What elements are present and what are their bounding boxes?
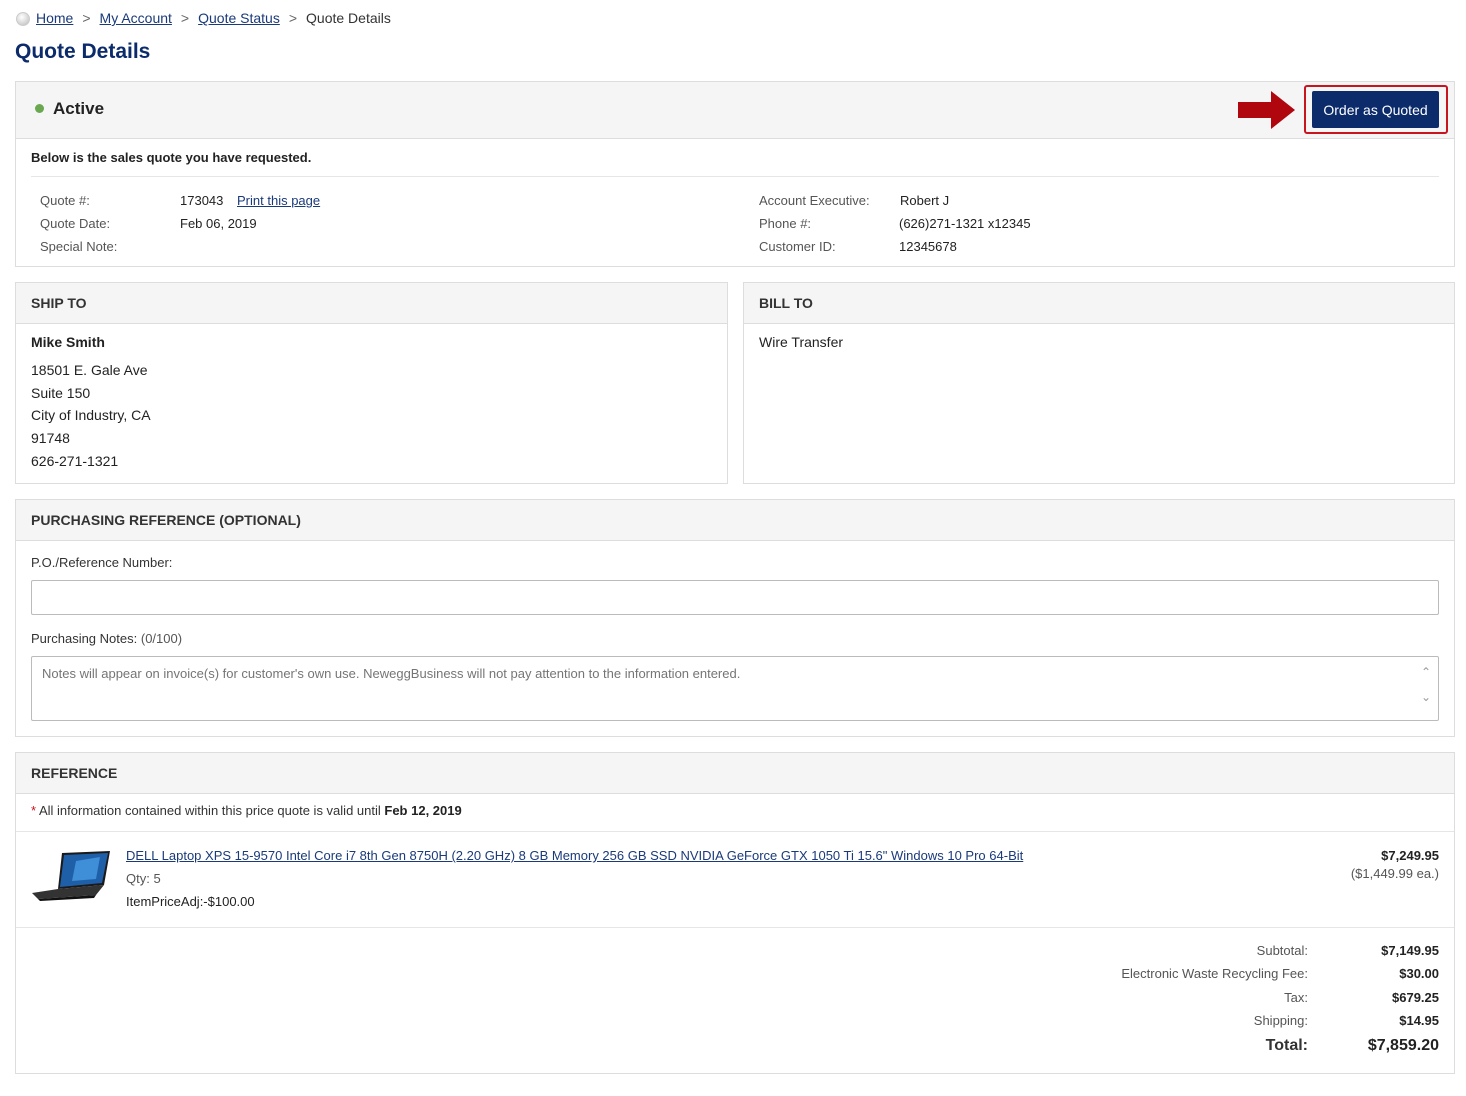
quote-date-label: Quote Date: xyxy=(40,216,111,231)
scroll-down-icon[interactable]: ⌄ xyxy=(1421,690,1431,704)
po-number-label: P.O./Reference Number: xyxy=(31,555,173,570)
validity-note: * All information contained within this … xyxy=(31,803,462,818)
product-price-adj: ItemPriceAdj:-$100.00 xyxy=(126,894,255,909)
print-page-link[interactable]: Print this page xyxy=(237,193,320,208)
purchasing-notes-textarea[interactable] xyxy=(31,656,1439,721)
quote-number-row: Quote #: xyxy=(40,193,90,208)
ship-to-zip: 91748 xyxy=(31,430,70,446)
shipping-value: $14.95 xyxy=(1399,1013,1439,1028)
ship-to-title: SHIP TO xyxy=(16,283,727,324)
validity-date: Feb 12, 2019 xyxy=(384,803,462,818)
customer-id-label-row: Customer ID: xyxy=(759,239,836,254)
breadcrumb: Home > My Account > Quote Status > Quote… xyxy=(16,10,391,26)
laptop-product-image[interactable] xyxy=(32,851,112,901)
required-star: * xyxy=(31,803,37,818)
item-unit-price: ($1,449.99 ea.) xyxy=(1350,866,1439,881)
breadcrumb-separator: > xyxy=(82,10,91,26)
phone-label: Phone #: xyxy=(759,216,812,231)
account-exec-row: Robert J xyxy=(900,193,949,208)
quote-number-value-row: 173043 Print this page xyxy=(180,193,320,208)
total-label: Total: xyxy=(1265,1037,1308,1054)
item-total-price: $7,249.95 xyxy=(1381,848,1439,863)
ship-to-city: City of Industry, CA xyxy=(31,407,151,423)
ewaste-fee-label: Electronic Waste Recycling Fee: xyxy=(1121,966,1308,981)
breadcrumb-current: Quote Details xyxy=(306,10,391,26)
quote-summary-panel: Active Order as Quoted Below is the sale… xyxy=(15,81,1455,267)
page-title: Quote Details xyxy=(15,40,151,63)
order-as-quoted-button[interactable]: Order as Quoted xyxy=(1312,91,1439,128)
purchasing-notes-label-row: Purchasing Notes: (0/100) xyxy=(31,631,182,646)
quote-number: 173043 xyxy=(180,193,224,208)
notes-char-count: (0/100) xyxy=(140,631,183,646)
reference-title: REFERENCE xyxy=(16,753,1454,794)
phone-row: (626)271-1321 x12345 xyxy=(899,216,1031,231)
account-exec-label-row: Account Executive: xyxy=(759,193,870,208)
shipping-label: Shipping: xyxy=(1253,1013,1308,1028)
ship-to-panel: SHIP TO Mike Smith 18501 E. Gale Ave Sui… xyxy=(15,282,728,484)
status-header: Active Order as Quoted xyxy=(16,82,1454,139)
ship-to-street: 18501 E. Gale Ave xyxy=(31,362,148,378)
bill-to-panel: BILL TO Wire Transfer xyxy=(743,282,1455,484)
breadcrumb-separator: > xyxy=(288,10,298,26)
special-note-label-row: Special Note: xyxy=(40,239,117,254)
ship-to-phone: 626-271-1321 xyxy=(31,453,119,469)
quote-date-label-row: Quote Date: xyxy=(40,216,110,231)
divider xyxy=(16,927,1454,928)
divider xyxy=(31,176,1439,177)
bill-to-method: Wire Transfer xyxy=(759,334,844,350)
bill-to-title: BILL TO xyxy=(744,283,1454,324)
account-exec-label: Account Executive: xyxy=(759,193,870,208)
intro-text: Below is the sales quote you have reques… xyxy=(31,150,312,165)
subtotal-value: $7,149.95 xyxy=(1381,943,1439,958)
phone-value: (626)271-1321 x12345 xyxy=(899,216,1031,231)
quote-date-row: Feb 06, 2019 xyxy=(180,216,257,231)
reference-panel: REFERENCE * All information contained wi… xyxy=(15,752,1455,1074)
divider xyxy=(16,831,1454,832)
validity-text: All information contained within this pr… xyxy=(38,803,381,818)
home-icon xyxy=(16,12,30,26)
tax-value: $679.25 xyxy=(1392,990,1439,1005)
customer-id: 12345678 xyxy=(899,239,957,254)
customer-id-label: Customer ID: xyxy=(759,239,836,254)
purchasing-notes-label: Purchasing Notes: xyxy=(31,631,138,646)
breadcrumb-home-link[interactable]: Home xyxy=(36,10,73,26)
tax-label: Tax: xyxy=(1284,990,1308,1005)
po-number-input[interactable] xyxy=(31,580,1439,615)
ewaste-fee-value: $30.00 xyxy=(1399,966,1439,981)
arrow-right-icon xyxy=(1238,91,1295,129)
breadcrumb-account-link[interactable]: My Account xyxy=(100,10,172,26)
subtotal-label: Subtotal: xyxy=(1256,943,1308,958)
total-value: $7,859.20 xyxy=(1367,1037,1439,1054)
breadcrumb-separator: > xyxy=(180,10,190,26)
ship-to-name: Mike Smith xyxy=(31,334,105,350)
product-link[interactable]: DELL Laptop XPS 15-9570 Intel Core i7 8t… xyxy=(126,848,1023,863)
status-label: Active xyxy=(53,99,105,118)
status-dot-icon xyxy=(35,104,44,113)
purchasing-reference-panel: PURCHASING REFERENCE (OPTIONAL) P.O./Ref… xyxy=(15,499,1455,737)
quote-number-label: Quote #: xyxy=(40,193,90,208)
breadcrumb-quote-status-link[interactable]: Quote Status xyxy=(198,10,280,26)
quote-date: Feb 06, 2019 xyxy=(180,216,257,231)
scroll-up-icon[interactable]: ⌃ xyxy=(1421,665,1431,679)
customer-id-row: 12345678 xyxy=(899,239,957,254)
special-note-label: Special Note: xyxy=(40,239,118,254)
ship-to-suite: Suite 150 xyxy=(31,385,91,401)
purchasing-title: PURCHASING REFERENCE (OPTIONAL) xyxy=(16,500,1454,541)
product-qty: Qty: 5 xyxy=(126,871,161,886)
account-exec: Robert J xyxy=(900,193,950,208)
phone-label-row: Phone #: xyxy=(759,216,811,231)
